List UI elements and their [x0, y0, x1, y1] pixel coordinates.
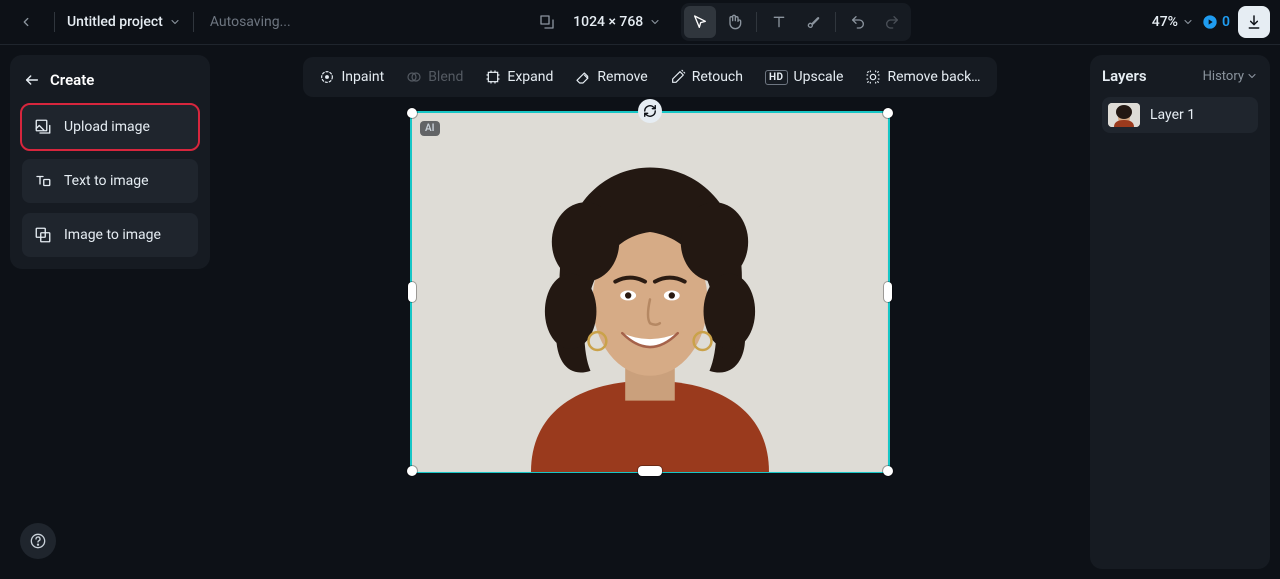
layers-title: Layers [1102, 67, 1147, 85]
zoom-label: 47% [1152, 14, 1178, 30]
canvas-tool-group [681, 3, 911, 41]
select-tool[interactable] [684, 6, 716, 38]
regenerate-button[interactable] [638, 99, 662, 123]
retouch-icon [670, 69, 686, 85]
canvas-wrap: AI [410, 111, 890, 473]
credits-icon [1202, 14, 1218, 30]
image-selection-frame[interactable]: AI [410, 111, 890, 473]
resize-handle-r[interactable] [884, 282, 892, 302]
divider [54, 12, 55, 32]
remove-bg-label: Remove back… [887, 69, 980, 85]
text-to-image-button[interactable]: Text to image [22, 159, 198, 203]
blend-label: Blend [428, 69, 463, 85]
chevron-down-icon [169, 16, 181, 28]
upscale-action[interactable]: HD Upscale [757, 63, 852, 91]
create-header[interactable]: Create [22, 67, 198, 95]
resize-handle-br[interactable] [883, 466, 893, 476]
autosave-status: Autosaving... [210, 14, 291, 30]
resize-handle-bl[interactable] [407, 466, 417, 476]
blend-action: Blend [398, 63, 471, 91]
inpaint-action[interactable]: Inpaint [311, 63, 392, 91]
ai-badge: AI [420, 121, 440, 136]
layers-panel: Layers History Layer 1 [1090, 55, 1270, 569]
resize-handle-l[interactable] [408, 282, 416, 302]
retouch-label: Retouch [692, 69, 743, 85]
brush-tool[interactable] [797, 6, 829, 38]
expand-action[interactable]: Expand [477, 63, 561, 91]
upscale-label: Upscale [794, 69, 844, 85]
text-to-image-icon [34, 172, 52, 190]
remove-label: Remove [597, 69, 647, 85]
hd-badge: HD [765, 70, 788, 85]
divider [756, 12, 757, 32]
action-toolbar: Inpaint Blend Expand Remove Retouch HD U… [303, 57, 996, 97]
text-to-image-label: Text to image [64, 173, 149, 189]
chevron-down-icon [1182, 16, 1194, 28]
canvas-resize-button[interactable] [531, 6, 563, 38]
expand-icon [485, 69, 501, 85]
topbar-center: 1024 × 768 [291, 3, 1152, 41]
credits-value: 0 [1222, 14, 1230, 30]
project-name-label: Untitled project [67, 14, 163, 30]
divider [835, 12, 836, 32]
image-to-image-button[interactable]: Image to image [22, 213, 198, 257]
topbar-left: Untitled project Autosaving... [10, 6, 291, 38]
collapse-icon [24, 72, 40, 88]
expand-label: Expand [507, 69, 553, 85]
resize-handle-tr[interactable] [883, 108, 893, 118]
divider [193, 12, 194, 32]
back-button[interactable] [10, 6, 42, 38]
layer-row[interactable]: Layer 1 [1102, 97, 1258, 133]
image-to-image-label: Image to image [64, 227, 161, 243]
help-icon [30, 533, 46, 549]
canvas-dimensions-dropdown[interactable]: 1024 × 768 [567, 14, 667, 30]
chevron-down-icon [649, 16, 661, 28]
zoom-dropdown[interactable]: 47% [1152, 14, 1194, 30]
retouch-action[interactable]: Retouch [662, 63, 751, 91]
inpaint-label: Inpaint [341, 69, 384, 85]
remove-action[interactable]: Remove [567, 63, 655, 91]
layer-thumbnail [1108, 103, 1140, 127]
layer-label: Layer 1 [1150, 107, 1195, 123]
resize-handle-tl[interactable] [407, 108, 417, 118]
workspace: Create Upload image Text to image Image … [0, 45, 1280, 579]
layers-header: Layers History [1102, 67, 1258, 85]
inpaint-icon [319, 69, 335, 85]
upload-image-button[interactable]: Upload image [22, 105, 198, 149]
history-dropdown[interactable]: History [1203, 69, 1258, 84]
blend-icon [406, 69, 422, 85]
chevron-down-icon [1246, 70, 1258, 82]
left-sidebar: Create Upload image Text to image Image … [0, 45, 220, 579]
create-title: Create [50, 71, 94, 89]
undo-button[interactable] [842, 6, 874, 38]
eraser-icon [575, 69, 591, 85]
history-label: History [1203, 69, 1244, 84]
image-to-image-icon [34, 226, 52, 244]
remove-bg-icon [865, 69, 881, 85]
refresh-icon [643, 104, 657, 118]
topbar-right: 47% 0 [1152, 6, 1270, 38]
credits-indicator[interactable]: 0 [1202, 14, 1230, 30]
canvas-image [412, 113, 888, 472]
download-button[interactable] [1238, 6, 1270, 38]
help-button[interactable] [20, 523, 56, 559]
top-bar: Untitled project Autosaving... 1024 × 76… [0, 0, 1280, 45]
right-sidebar: Layers History Layer 1 [1080, 45, 1280, 579]
canvas-area: Inpaint Blend Expand Remove Retouch HD U… [220, 45, 1080, 579]
upload-image-icon [34, 118, 52, 136]
pan-tool[interactable] [718, 6, 750, 38]
text-tool[interactable] [763, 6, 795, 38]
project-name-dropdown[interactable]: Untitled project [67, 14, 181, 30]
upload-image-label: Upload image [64, 119, 150, 135]
resize-handle-b[interactable] [638, 466, 662, 476]
remove-background-action[interactable]: Remove back… [857, 63, 988, 91]
create-panel: Create Upload image Text to image Image … [10, 55, 210, 269]
redo-button[interactable] [876, 6, 908, 38]
canvas-dimensions-label: 1024 × 768 [573, 14, 643, 30]
